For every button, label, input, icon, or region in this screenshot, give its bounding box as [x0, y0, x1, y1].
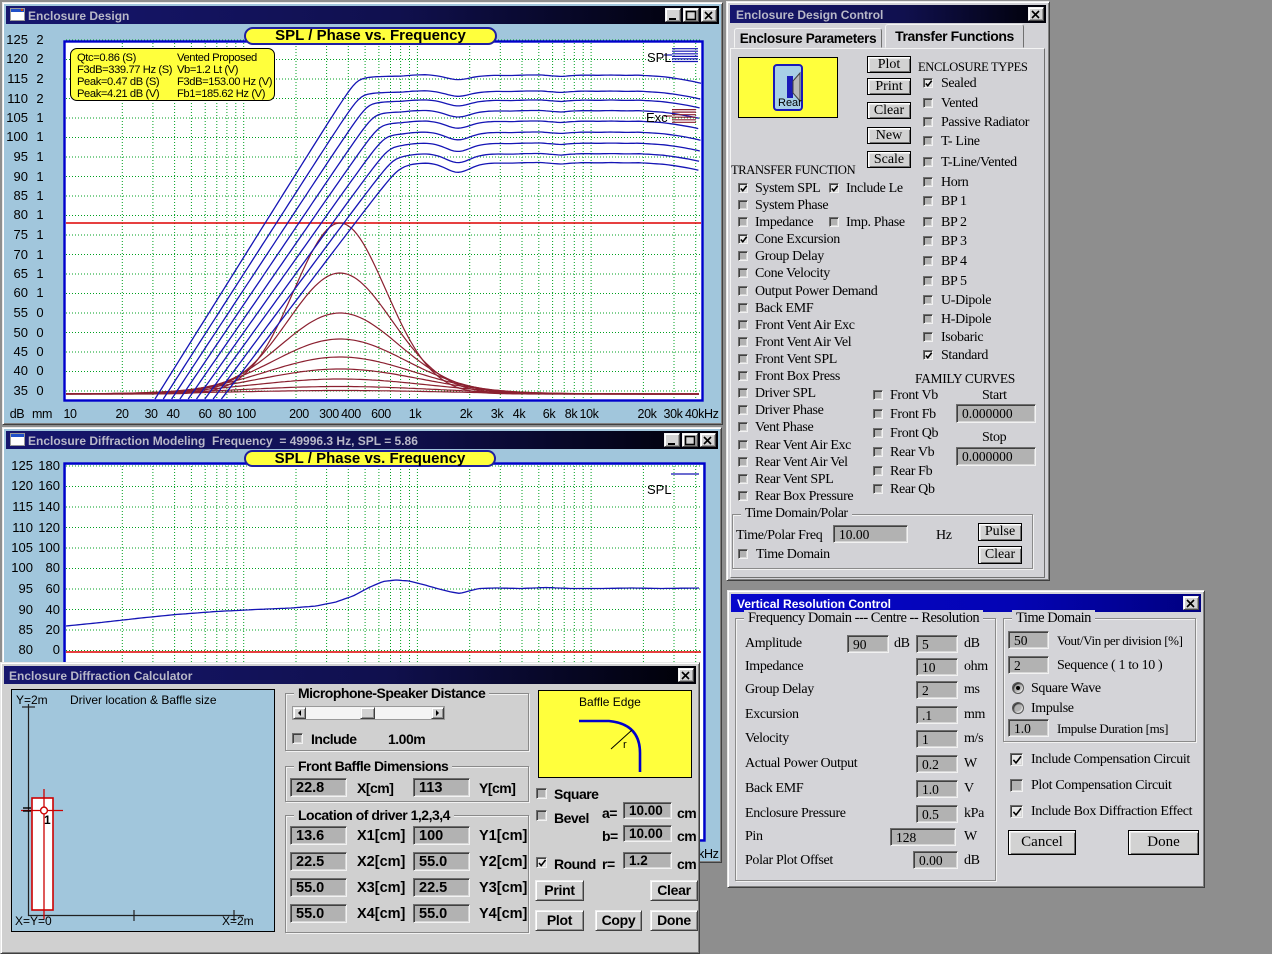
svg-text:r: r — [623, 739, 627, 751]
